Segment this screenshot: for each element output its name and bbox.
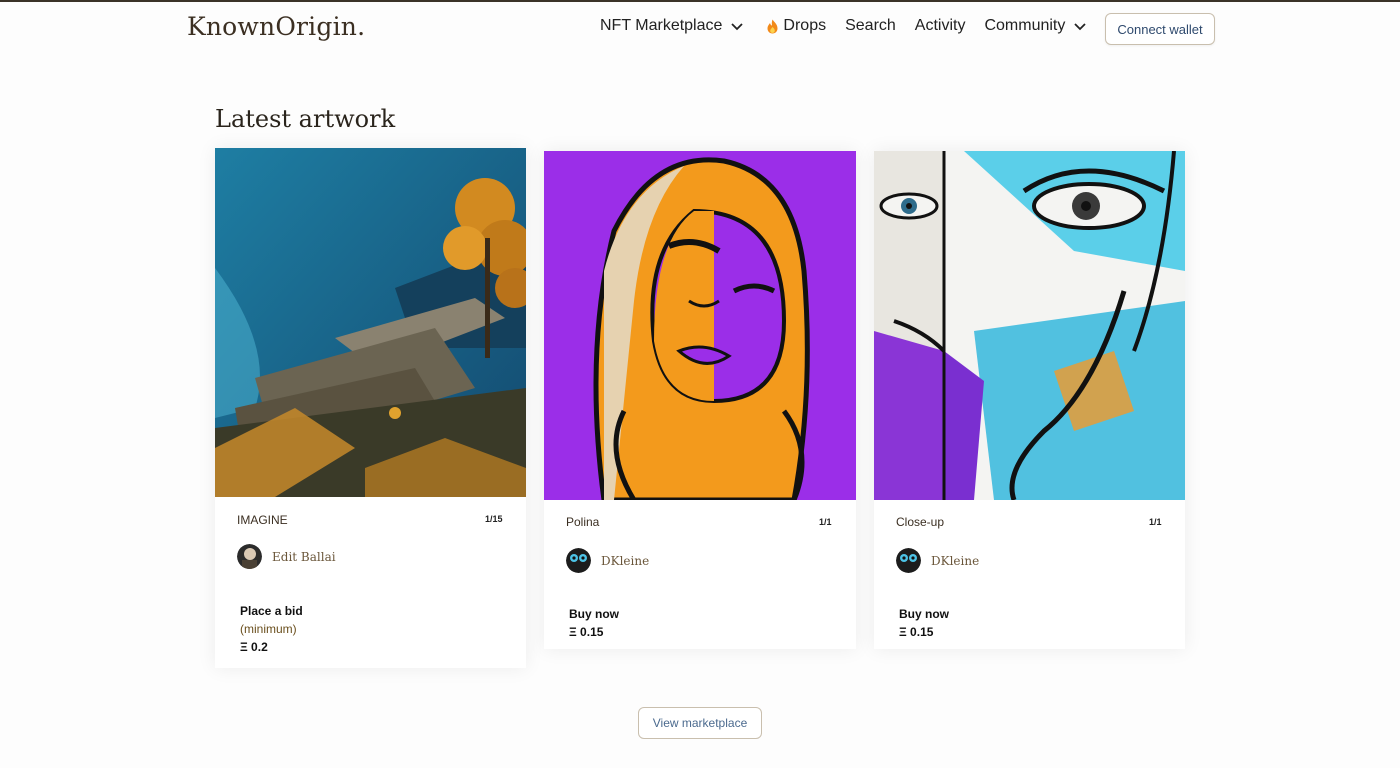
artist-name: Edit Ballai [272, 549, 336, 564]
nav-search-label: Search [845, 17, 896, 34]
nav-nft-marketplace-label: NFT Marketplace [600, 17, 723, 34]
edition-count: 1/1 [819, 517, 832, 527]
artwork-card[interactable]: Close-up 1/1 DKleine Buy now Ξ 0.15 [874, 151, 1185, 649]
main-nav: NFT Marketplace Drops Search Activity Co… [600, 17, 1087, 35]
price-value: Ξ 0.15 [899, 625, 934, 639]
artist-link[interactable]: DKleine [566, 548, 649, 573]
artwork-image[interactable] [544, 151, 856, 500]
chevron-down-icon [731, 23, 744, 31]
price-block: Buy now Ξ 0.15 [899, 605, 949, 641]
price-action-label: Buy now [899, 607, 949, 621]
logo-dot: . [357, 12, 366, 41]
price-value: Ξ 0.2 [240, 640, 268, 654]
price-block: Buy now Ξ 0.15 [569, 605, 619, 641]
nav-drops[interactable]: Drops [766, 17, 826, 35]
knownorigin-logo[interactable]: KnownOrigin. [187, 12, 365, 41]
nav-nft-marketplace[interactable]: NFT Marketplace [600, 17, 744, 35]
avatar [566, 548, 591, 573]
nav-community[interactable]: Community [984, 17, 1087, 35]
nav-drops-label: Drops [783, 17, 827, 34]
artist-name: DKleine [601, 553, 650, 568]
artwork-title: Polina [566, 515, 600, 529]
price-action-label: Buy now [569, 607, 619, 621]
price-value: Ξ 0.15 [569, 625, 604, 639]
nav-activity-label: Activity [914, 17, 966, 34]
artwork-title: IMAGINE [237, 513, 288, 527]
nav-search[interactable]: Search [845, 17, 896, 35]
artist-name: DKleine [931, 553, 980, 568]
artwork-image[interactable] [874, 151, 1185, 500]
top-navigation-bar: KnownOrigin. NFT Marketplace Drops Searc… [0, 2, 1400, 54]
nav-community-label: Community [984, 17, 1066, 34]
flame-icon [767, 19, 778, 33]
edition-count: 1/1 [1149, 517, 1162, 527]
artwork-imagine-illustration [215, 148, 526, 497]
artwork-card[interactable]: IMAGINE 1/15 Edit Ballai Place a bid (mi… [215, 148, 526, 668]
avatar [896, 548, 921, 573]
logo-text: KnownOrigin [187, 12, 358, 41]
view-marketplace-button[interactable]: View marketplace [638, 707, 762, 739]
artwork-image[interactable] [215, 148, 526, 497]
section-title: Latest artwork [215, 105, 396, 133]
artist-link[interactable]: DKleine [896, 548, 979, 573]
artwork-title: Close-up [896, 515, 945, 529]
connect-wallet-button[interactable]: Connect wallet [1105, 13, 1215, 45]
chevron-down-icon [1074, 23, 1087, 31]
price-block: Place a bid (minimum) Ξ 0.2 [240, 602, 303, 656]
artwork-closeup-illustration [874, 151, 1185, 500]
price-qualifier: (minimum) [240, 622, 297, 636]
nav-activity[interactable]: Activity [915, 17, 966, 35]
artwork-card[interactable]: Polina 1/1 DKleine Buy now Ξ 0.15 [544, 151, 856, 649]
edition-count: 1/15 [485, 514, 503, 524]
artwork-polina-illustration [544, 151, 856, 500]
avatar [237, 544, 262, 569]
artist-link[interactable]: Edit Ballai [237, 544, 336, 569]
price-action-label: Place a bid [240, 604, 303, 618]
